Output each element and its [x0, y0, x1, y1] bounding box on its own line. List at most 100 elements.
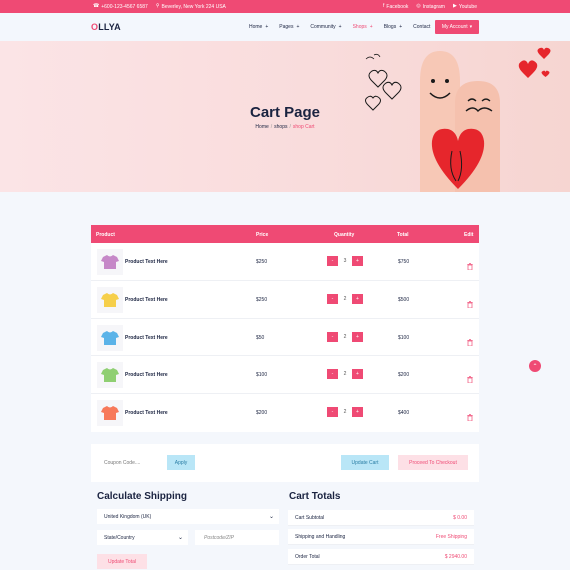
instagram-icon: ◎ — [416, 3, 421, 9]
plus-icon: + — [296, 24, 300, 30]
product-thumbnail[interactable] — [97, 362, 123, 389]
quantity-stepper: - 2 + — [327, 293, 363, 304]
calculate-shipping-panel: Calculate Shipping United Kingdom (UK) ⌄… — [91, 483, 283, 570]
tshirt-icon — [101, 368, 119, 383]
main-nav: Home + Pages + Community + Shops + Blogs + Co… — [249, 24, 430, 30]
remove-item-button[interactable] — [467, 257, 473, 275]
trash-icon — [467, 263, 473, 271]
top-bar: ☎ +600-123-4567 6587 ⚲ Beverley, New Yor… — [0, 0, 570, 13]
remove-item-button[interactable] — [467, 408, 473, 426]
quantity-stepper: - 2 + — [327, 369, 363, 380]
product-name[interactable]: Product Text Here — [125, 372, 168, 378]
nav-shops[interactable]: Shops + — [353, 24, 373, 30]
coupon-code-input[interactable]: Coupon Code.... — [101, 455, 161, 470]
quantity-value[interactable]: 2 — [341, 296, 349, 302]
increase-quantity-button[interactable]: + — [352, 293, 363, 304]
line-total: $500 — [398, 296, 410, 303]
decrease-quantity-button[interactable]: - — [327, 369, 338, 380]
cart-row: Product Text Here $100 - 2 + $200 — [91, 356, 479, 395]
order-total-row: Order Total $ 2940.00 — [288, 549, 474, 565]
product-price: $250 — [256, 296, 268, 303]
main-header: OLLYA Home + Pages + Community + Shops + Blo… — [0, 13, 570, 41]
plus-icon: + — [265, 24, 269, 30]
decrease-quantity-button[interactable]: - — [327, 293, 338, 304]
facebook-link[interactable]: f Facebook — [383, 4, 408, 10]
product-price: $100 — [256, 372, 268, 379]
proceed-to-checkout-button[interactable]: Proceed To Checkout — [398, 455, 468, 470]
product-thumbnail[interactable] — [97, 324, 123, 351]
quantity-value[interactable]: 2 — [341, 371, 349, 377]
subtotal-row: Cart Subtotal $ 0.00 — [288, 510, 474, 526]
cart-table-header: Product Price Quantity Total Edit — [91, 225, 479, 243]
nav-pages[interactable]: Pages + — [279, 24, 299, 30]
tshirt-icon — [101, 255, 119, 269]
remove-item-button[interactable] — [467, 333, 473, 351]
tshirt-icon — [101, 406, 119, 421]
update-total-button[interactable]: Update Total — [97, 554, 147, 569]
nav-community[interactable]: Community + — [310, 24, 341, 30]
chevron-down-icon: ⌄ — [177, 535, 183, 541]
cart-row: Product Text Here $250 - 3 + $750 — [91, 243, 479, 281]
trash-icon — [467, 414, 473, 422]
state-select[interactable]: State/Country ⌄ — [97, 530, 188, 545]
nav-blogs[interactable]: Blogs + — [384, 24, 402, 30]
quantity-stepper: - 2 + — [327, 331, 363, 342]
product-name[interactable]: Product Text Here — [125, 297, 168, 303]
breadcrumb-current: shop Cart — [292, 124, 315, 130]
page-banner: Cart Page Home / shops / shop Cart — [0, 41, 570, 192]
col-edit: Edit — [464, 232, 474, 238]
my-account-button[interactable]: My Account ▾ — [435, 20, 479, 34]
quantity-value[interactable]: 2 — [341, 334, 349, 340]
coupon-bar: Coupon Code.... Apply Update Cart Procee… — [91, 444, 479, 482]
youtube-link[interactable]: ▶ Youtube — [453, 4, 477, 10]
caret-down-icon: ▾ — [469, 24, 473, 30]
remove-item-button[interactable] — [467, 295, 473, 313]
breadcrumb-shops[interactable]: shops — [274, 124, 287, 130]
nav-home[interactable]: Home + — [249, 24, 268, 30]
nav-contact[interactable]: Contact — [413, 24, 430, 30]
product-thumbnail[interactable] — [97, 286, 123, 313]
product-name[interactable]: Product Text Here — [125, 259, 168, 265]
plus-icon: + — [338, 24, 342, 30]
address-contact: ⚲ Beverley, New York 224 USA — [155, 3, 226, 10]
quantity-stepper: - 3 + — [327, 256, 363, 266]
decrease-quantity-button[interactable]: - — [327, 331, 338, 342]
decrease-quantity-button[interactable]: - — [327, 256, 338, 266]
trash-icon — [467, 338, 473, 346]
breadcrumb-home[interactable]: Home — [255, 124, 268, 130]
plus-icon: + — [399, 24, 403, 30]
product-thumbnail[interactable] — [97, 400, 123, 427]
shipping-row: Shipping and Handling Free Shipping — [288, 529, 474, 545]
remove-item-button[interactable] — [467, 370, 473, 388]
phone-contact[interactable]: ☎ +600-123-4567 6587 — [93, 4, 148, 10]
line-total: $750 — [398, 259, 410, 265]
phone-icon: ☎ — [93, 3, 100, 9]
chevron-up-icon: ⌃ — [532, 363, 538, 370]
postcode-input[interactable]: Postcode/ZIP — [195, 530, 279, 545]
col-price: Price — [256, 232, 269, 238]
location-pin-icon: ⚲ — [155, 3, 160, 9]
apply-coupon-button[interactable]: Apply — [167, 455, 195, 470]
col-quantity: Quantity — [334, 232, 355, 238]
product-thumbnail[interactable] — [97, 249, 123, 275]
instagram-link[interactable]: ◎ Instagram — [416, 4, 445, 10]
increase-quantity-button[interactable]: + — [352, 407, 363, 418]
decrease-quantity-button[interactable]: - — [327, 407, 338, 418]
quantity-value[interactable]: 2 — [341, 409, 349, 415]
increase-quantity-button[interactable]: + — [352, 256, 363, 266]
scroll-to-top-button[interactable]: ⌃ — [529, 360, 541, 372]
product-name[interactable]: Product Text Here — [125, 410, 168, 416]
shipping-title: Calculate Shipping — [97, 491, 188, 502]
country-select[interactable]: United Kingdom (UK) ⌄ — [97, 509, 279, 524]
cart-row: Product Text Here $250 - 2 + $500 — [91, 281, 479, 319]
quantity-value[interactable]: 3 — [341, 258, 349, 264]
product-name[interactable]: Product Text Here — [125, 335, 168, 341]
site-logo[interactable]: OLLYA — [91, 22, 121, 32]
update-cart-button[interactable]: Update Cart — [341, 455, 389, 470]
tshirt-icon — [101, 330, 119, 345]
increase-quantity-button[interactable]: + — [352, 331, 363, 342]
line-total: $200 — [398, 372, 410, 379]
tshirt-icon — [101, 292, 119, 307]
increase-quantity-button[interactable]: + — [352, 369, 363, 380]
quantity-stepper: - 2 + — [327, 407, 363, 418]
